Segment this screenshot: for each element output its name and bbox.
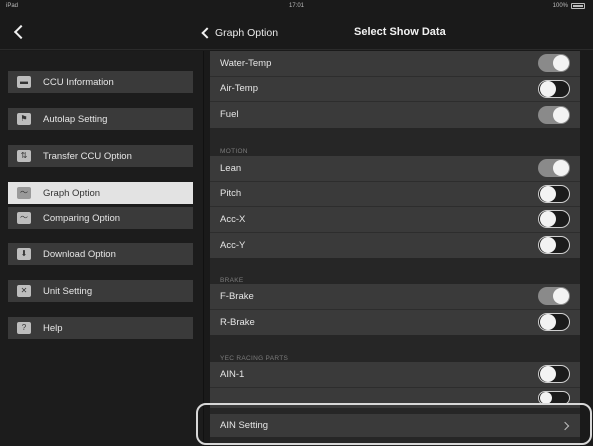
motion-group: Lean Pitch Acc-X Acc-Y bbox=[210, 156, 580, 258]
row-label: Water-Temp bbox=[220, 57, 272, 69]
sidebar-item-autolap-setting[interactable]: ⚑ Autolap Setting bbox=[8, 108, 193, 130]
car-icon: ▬ bbox=[17, 76, 31, 88]
row-label: Lean bbox=[220, 162, 242, 174]
list-item-pitch: Pitch bbox=[210, 181, 580, 207]
compare-icon: 〜 bbox=[17, 212, 31, 224]
battery-icon bbox=[571, 3, 585, 9]
list-item-acc-y: Acc-Y bbox=[210, 232, 580, 258]
status-right: 100% bbox=[553, 3, 585, 9]
sidebar-item-ccu-information[interactable]: ▬ CCU Information bbox=[8, 71, 193, 93]
navigation-bar: Graph Option Select Show Data bbox=[0, 14, 593, 50]
yec-group: AIN-1 bbox=[210, 362, 580, 408]
section-header-yec-racing-parts: YEC RACING PARTS bbox=[220, 355, 289, 362]
row-label: F-Brake bbox=[220, 290, 254, 302]
ain-1-toggle[interactable] bbox=[538, 365, 570, 384]
r-brake-toggle[interactable] bbox=[538, 313, 570, 332]
list-item-r-brake: R-Brake bbox=[210, 309, 580, 335]
fuel-toggle[interactable] bbox=[538, 105, 570, 124]
sidebar-item-graph-option[interactable]: 〜 Graph Option bbox=[8, 182, 193, 204]
graph-option-back-button[interactable]: Graph Option bbox=[200, 24, 278, 42]
list-item-water-temp: Water-Temp bbox=[210, 51, 580, 77]
f-brake-toggle[interactable] bbox=[538, 287, 570, 306]
list-item-fuel: Fuel bbox=[210, 102, 580, 128]
sidebar: ▬ CCU Information ⚑ Autolap Setting ⇅ Tr… bbox=[0, 51, 204, 446]
row-label: Pitch bbox=[220, 188, 242, 200]
list-item-lean: Lean bbox=[210, 156, 580, 182]
pitch-toggle[interactable] bbox=[538, 184, 570, 203]
battery-percent: 100% bbox=[552, 3, 568, 9]
page-title: Select Show Data bbox=[354, 26, 446, 38]
sidebar-item-help[interactable]: ? Help bbox=[8, 317, 193, 339]
brake-group: F-Brake R-Brake bbox=[210, 284, 580, 335]
transfer-icon: ⇅ bbox=[17, 150, 31, 162]
sidebar-item-label: Transfer CCU Option bbox=[43, 150, 132, 162]
list-item-air-temp: Air-Temp bbox=[210, 76, 580, 102]
acc-y-toggle[interactable] bbox=[538, 236, 570, 255]
clock: 17:01 bbox=[288, 3, 304, 9]
sidebar-item-label: Autolap Setting bbox=[43, 113, 108, 125]
temperature-group: Water-Temp Air-Temp Fuel bbox=[210, 51, 580, 128]
water-temp-toggle[interactable] bbox=[538, 54, 570, 73]
sidebar-item-comparing-option[interactable]: 〜 Comparing Option bbox=[8, 207, 193, 229]
sidebar-item-label: Comparing Option bbox=[43, 212, 121, 224]
row-label: AIN-1 bbox=[220, 368, 245, 380]
ain-setting-highlight bbox=[196, 403, 592, 445]
row-label: R-Brake bbox=[220, 316, 255, 328]
sidebar-item-label: Help bbox=[43, 322, 63, 334]
section-header-brake: BRAKE bbox=[220, 277, 244, 284]
row-label: Acc-Y bbox=[220, 239, 246, 251]
flag-icon: ⚑ bbox=[17, 113, 31, 125]
graph-icon: 〜 bbox=[17, 187, 31, 199]
row-label: Fuel bbox=[220, 109, 239, 121]
download-icon: ⬇ bbox=[17, 248, 31, 260]
section-header-motion: MOTION bbox=[220, 148, 248, 155]
sidebar-item-download-option[interactable]: ⬇ Download Option bbox=[8, 243, 193, 265]
sidebar-item-label: Graph Option bbox=[43, 187, 101, 199]
acc-x-toggle[interactable] bbox=[538, 210, 570, 229]
chevron-left-icon bbox=[201, 27, 213, 39]
sidebar-item-label: Unit Setting bbox=[43, 285, 93, 297]
back-button[interactable] bbox=[10, 22, 32, 44]
sidebar-item-label: Download Option bbox=[43, 248, 116, 260]
row-label: Air-Temp bbox=[220, 83, 259, 95]
air-temp-toggle[interactable] bbox=[538, 79, 570, 98]
chevron-left-icon bbox=[13, 24, 29, 40]
sidebar-item-unit-setting[interactable]: ✕ Unit Setting bbox=[8, 280, 193, 302]
row-label: Acc-X bbox=[220, 213, 246, 225]
list-item-acc-x: Acc-X bbox=[210, 207, 580, 233]
back-label: Graph Option bbox=[215, 27, 279, 39]
sidebar-item-label: CCU Information bbox=[43, 76, 114, 88]
list-item-ain-1: AIN-1 bbox=[210, 362, 580, 388]
status-bar: iPad 17:01 100% bbox=[0, 0, 593, 14]
sidebar-item-transfer-ccu-option[interactable]: ⇅ Transfer CCU Option bbox=[8, 145, 193, 167]
list-item-f-brake: F-Brake bbox=[210, 284, 580, 310]
wrench-icon: ✕ bbox=[17, 285, 31, 297]
show-data-list: Water-Temp Air-Temp Fuel MOTION Lean Pit… bbox=[210, 51, 580, 446]
help-icon: ? bbox=[17, 322, 31, 334]
lean-toggle[interactable] bbox=[538, 159, 570, 178]
